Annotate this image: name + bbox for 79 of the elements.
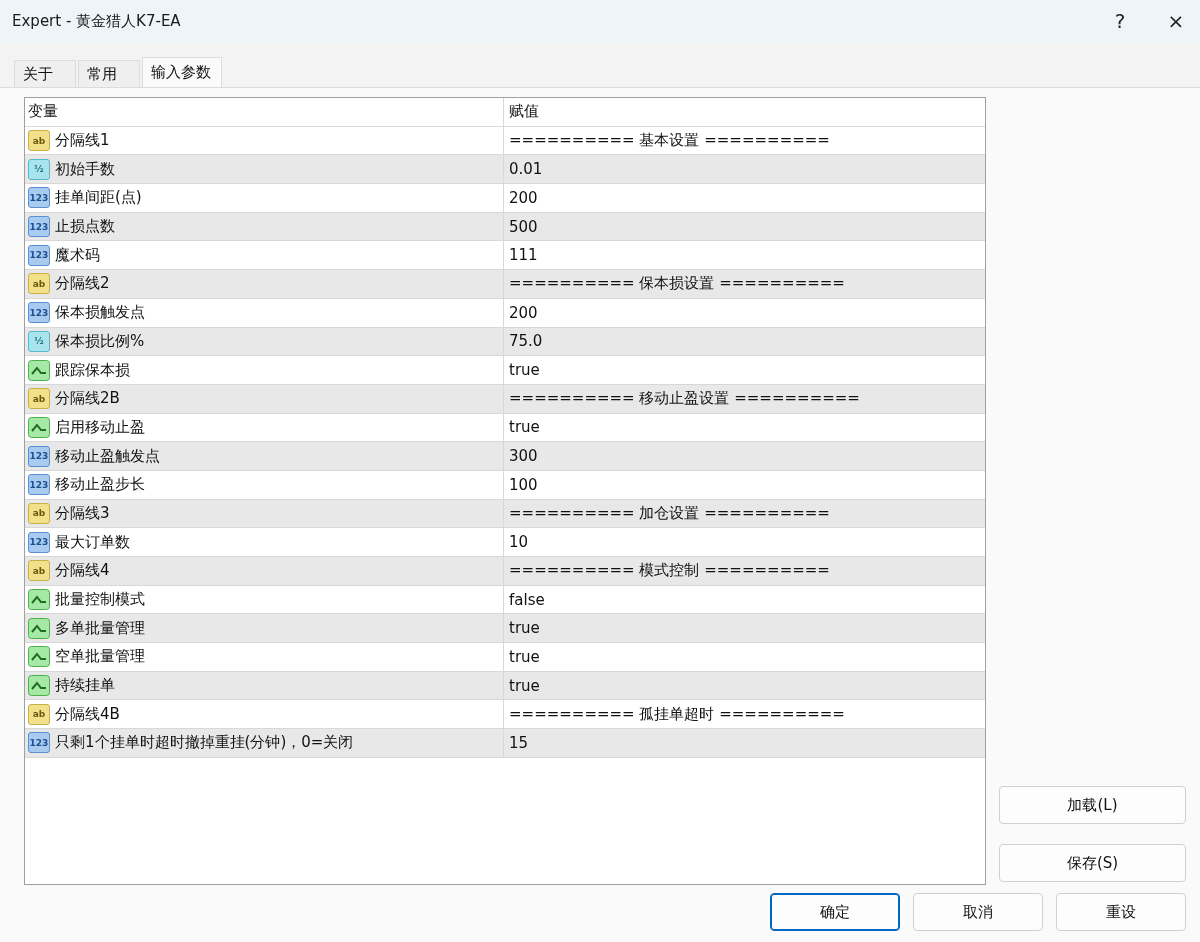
toggle-icon (28, 646, 50, 668)
tab[interactable]: 关于 (14, 60, 76, 87)
parameter-value[interactable]: 0.01 (509, 160, 543, 179)
parameter-name: 启用移动止盈 (55, 417, 145, 437)
type-icon: 123 (28, 474, 50, 496)
column-header: 赋值 (509, 102, 539, 122)
window-title: Expert - 黄金猎人K7-EA (12, 11, 182, 31)
toggle-icon (28, 675, 50, 697)
type-icon: ½ (28, 330, 50, 352)
parameter-value[interactable]: 10 (509, 533, 529, 552)
parameter-name: 移动止盈触发点 (55, 446, 160, 466)
parameter-name: 止损点数 (55, 217, 115, 237)
parameter-value[interactable]: true (509, 676, 540, 695)
parameter-name: 批量控制模式 (55, 590, 145, 610)
parameter-name: 最大订单数 (55, 532, 130, 552)
type-icon: 123 (28, 732, 50, 754)
type-icon: 123 (28, 302, 50, 324)
parameter-value[interactable]: 200 (509, 188, 538, 207)
parameter-value[interactable]: true (509, 619, 540, 638)
parameter-value[interactable]: 111 (509, 246, 538, 265)
parameter-name: 分隔线4B (55, 704, 120, 724)
parameter-value[interactable]: false (509, 590, 545, 609)
parameter-value[interactable]: 15 (509, 733, 529, 752)
parameter-name: 多单批量管理 (55, 618, 145, 638)
parameter-name: 保本损触发点 (55, 303, 145, 323)
help-button[interactable]: ? (1096, 0, 1144, 42)
side-button[interactable]: 加载(L) (999, 786, 1186, 824)
type-icon: ab (28, 502, 50, 524)
parameter-value[interactable]: ========== 保本损设置 ========== (509, 274, 845, 294)
parameter-value[interactable]: ========== 移动止盈设置 ========== (509, 389, 860, 409)
parameter-name: 空单批量管理 (55, 647, 145, 667)
toggle-icon (28, 589, 50, 611)
parameter-value[interactable]: 200 (509, 303, 538, 322)
parameter-name: 分隔线2 (55, 274, 110, 294)
parameter-name: 移动止盈步长 (55, 475, 145, 495)
toggle-icon (28, 359, 50, 381)
parameter-name: 魔术码 (55, 245, 100, 265)
type-icon: ab (28, 130, 50, 152)
parameter-name: 分隔线4 (55, 561, 110, 581)
parameter-value[interactable]: true (509, 418, 540, 437)
parameter-value[interactable]: ========== 孤挂单超时 ========== (509, 704, 845, 724)
type-icon: ½ (28, 158, 50, 180)
column-header: 变量 (28, 102, 58, 122)
type-icon: ab (28, 560, 50, 582)
tab[interactable]: 输入参数 (142, 57, 222, 87)
parameter-name: 跟踪保本损 (55, 360, 130, 380)
close-button[interactable]: × (1152, 0, 1200, 42)
parameter-value[interactable]: 300 (509, 447, 538, 466)
type-icon: 123 (28, 216, 50, 238)
parameter-value[interactable]: 100 (509, 475, 538, 494)
parameter-name: 保本损比例% (55, 331, 145, 351)
parameter-name: 分隔线3 (55, 503, 110, 523)
dialog-button[interactable]: 确定 (770, 893, 900, 931)
parameter-value[interactable]: true (509, 647, 540, 666)
parameter-name: 只剩1个挂单时超时撤掉重挂(分钟)，0=关闭 (55, 733, 354, 753)
dialog-button[interactable]: 重设 (1056, 893, 1186, 931)
parameter-value[interactable]: ========== 加仓设置 ========== (509, 503, 830, 523)
toggle-icon (28, 617, 50, 639)
type-icon: 123 (28, 531, 50, 553)
parameter-value[interactable]: ========== 模式控制 ========== (509, 561, 830, 581)
toggle-icon (28, 416, 50, 438)
side-button[interactable]: 保存(S) (999, 844, 1186, 882)
parameter-name: 持续挂单 (55, 676, 115, 696)
parameter-name: 分隔线1 (55, 131, 110, 151)
parameter-value[interactable]: true (509, 361, 540, 380)
type-icon: ab (28, 273, 50, 295)
parameter-name: 初始手数 (55, 159, 115, 179)
parameter-name: 分隔线2B (55, 389, 120, 409)
parameter-value[interactable]: 75.0 (509, 332, 543, 351)
parameter-value[interactable]: ========== 基本设置 ========== (509, 131, 830, 151)
parameter-name: 挂单间距(点) (55, 188, 142, 208)
type-icon: ab (28, 703, 50, 725)
tab[interactable]: 常用 (78, 60, 140, 87)
type-icon: 123 (28, 244, 50, 266)
dialog-button[interactable]: 取消 (913, 893, 1043, 931)
type-icon: 123 (28, 445, 50, 467)
parameter-value[interactable]: 500 (509, 217, 538, 236)
type-icon: 123 (28, 187, 50, 209)
type-icon: ab (28, 388, 50, 410)
